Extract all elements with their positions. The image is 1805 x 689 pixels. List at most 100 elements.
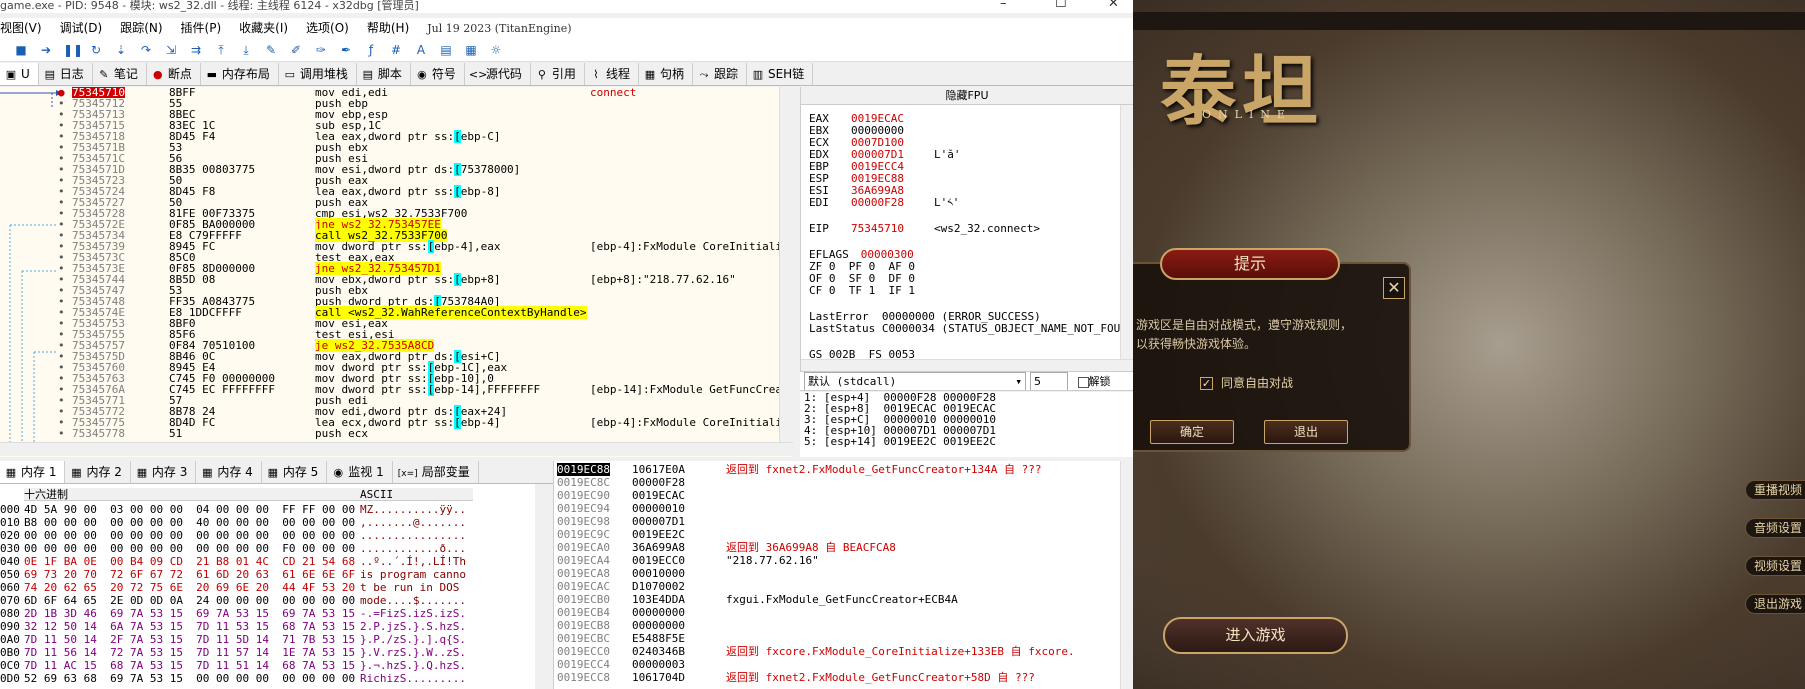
register-value[interactable]: 00000F28 <box>851 196 904 209</box>
tab-内存-1[interactable]: ▦ 内存 1 <box>0 461 66 483</box>
dump-row[interactable]: 040 0E 1F BA 0E 00 B4 09 CD 21 B8 01 4C C… <box>0 555 553 568</box>
unlock-checkbox[interactable] <box>1077 376 1089 388</box>
trace-over-icon[interactable]: ⇉ <box>188 42 204 58</box>
tab-监视-1[interactable]: ◉ 监视 1 <box>327 461 393 483</box>
stack-row[interactable]: 0019ECAC D1070002 <box>554 580 1133 593</box>
tab-内存-2[interactable]: ▦ 内存 2 <box>65 461 131 483</box>
tab-script[interactable]: ▤ 脚本 <box>357 63 411 85</box>
register-value[interactable]: 75345710 <box>851 222 904 235</box>
tab-thread[interactable]: ⌇ 线程 <box>585 63 639 85</box>
stack-row[interactable]: 0019ECA4 0019ECC0 "218.77.62.16" <box>554 554 1133 567</box>
stack-row[interactable]: 0019ECB8 00000000 <box>554 619 1133 632</box>
tab-内存-3[interactable]: ▦ 内存 3 <box>131 461 197 483</box>
enter-game-button[interactable]: 进入游戏 <box>1163 617 1348 654</box>
tab-seh[interactable]: ▥ SEH链 <box>747 63 814 85</box>
stack-row[interactable]: 0019EC94 00000010 <box>554 502 1133 515</box>
tab-reference[interactable]: ⚲ 引用 <box>531 63 585 85</box>
function-icon[interactable]: ƒ <box>363 42 379 58</box>
tab-log[interactable]: ▤ 日志 <box>39 63 93 85</box>
stack-row[interactable]: 0019ECB0 103E4DDA fxgui.FxModule_GetFuncCr… <box>554 593 1133 606</box>
tab-trace[interactable]: ⤳ 跟踪 <box>693 63 747 85</box>
side-button-3[interactable]: 退出游戏 <box>1745 594 1805 614</box>
cpu-vertical-scrollbar[interactable] <box>779 87 793 442</box>
menu-item[interactable]: 帮助(H) <box>367 18 409 38</box>
trace-into-icon[interactable]: ⇲ <box>163 42 179 58</box>
tab-symbol[interactable]: ◉ 符号 <box>411 63 465 85</box>
step-over-icon[interactable]: ↷ <box>138 42 154 58</box>
close-icon[interactable]: ✕ <box>1108 0 1119 10</box>
dump-row[interactable]: 080 2D 1B 3D 46 69 7A 53 15 69 7A 53 15 6… <box>0 607 553 620</box>
register-edi[interactable]: EDI 00000F28 L'༨' <box>809 197 959 209</box>
pause-icon[interactable]: ❚❚ <box>63 42 83 58</box>
menu-item[interactable]: 收藏夹(I) <box>239 18 288 38</box>
patch-icon[interactable]: ✎ <box>263 42 279 58</box>
cpu-horizontal-scrollbar[interactable] <box>0 442 793 456</box>
confirm-button[interactable]: 确定 <box>1150 420 1234 444</box>
calling-convention-select[interactable]: 默认 (stdcall) ▾ <box>804 372 1026 390</box>
execute-till-return-icon[interactable]: ⤒ <box>213 42 229 58</box>
breakpoint-dot[interactable]: • <box>58 428 65 439</box>
agree-checkbox-row[interactable]: ✓ 同意自由对战 <box>1200 374 1293 391</box>
tab-局部变量[interactable]: [x=] 局部变量 <box>393 461 479 483</box>
restart-icon[interactable]: ↻ <box>88 42 104 58</box>
exit-button[interactable]: 退出 <box>1264 420 1348 444</box>
menu-item[interactable]: 选项(O) <box>306 18 349 38</box>
dump-row[interactable]: 0C0 7D 11 AC 15 68 7A 53 15 7D 11 51 14 6… <box>0 659 553 672</box>
disasm-row[interactable]: • 75345778 51 push ecx <box>0 428 793 439</box>
stack-row[interactable]: 0019ECC8 1061704D 返回到 fxnet2.FxModule_GetF… <box>554 671 1133 684</box>
minimize-icon[interactable]: – <box>1000 0 1007 10</box>
calculator-icon[interactable]: ▤ <box>438 42 454 58</box>
dump-row[interactable]: 030 00 00 00 00 00 00 00 00 00 00 00 00 F… <box>0 542 553 555</box>
dump-row[interactable]: 020 00 00 00 00 00 00 00 00 00 00 00 00 0… <box>0 529 553 542</box>
cpu-disassembly[interactable]: ● 75345710 8BFF mov edi,edi connect • 75345712… <box>0 87 793 457</box>
hide-fpu-button[interactable]: 隐藏FPU <box>801 87 1133 105</box>
stack-row[interactable]: 0019ECBC E5488F5E <box>554 632 1133 645</box>
side-button-1[interactable]: 音频设置 <box>1745 518 1805 538</box>
tab-内存-5[interactable]: ▦ 内存 5 <box>262 461 328 483</box>
dump-row[interactable]: 060 74 20 62 65 20 72 75 6E 20 69 6E 20 4… <box>0 581 553 594</box>
font-icon[interactable]: A <box>413 42 429 58</box>
hash-icon[interactable]: # <box>388 42 404 58</box>
stop-icon[interactable]: ■ <box>13 42 29 58</box>
step-into-icon[interactable]: ⇣ <box>113 42 129 58</box>
stack-row[interactable]: 0019ECA8 00010000 <box>554 567 1133 580</box>
dump-row[interactable]: 050 69 73 20 70 72 6F 67 72 61 6D 20 63 6… <box>0 568 553 581</box>
tab-source[interactable]: <>源代码 <box>465 63 531 85</box>
maximize-icon[interactable]: ☐ <box>1055 0 1067 10</box>
side-button-2[interactable]: 视频设置 <box>1745 556 1805 576</box>
stack-row[interactable]: 0019EC88 10617E0A 返回到 fxnet2.FxModule_GetF… <box>554 463 1133 476</box>
stack-panel[interactable]: 0019EC88 10617E0A 返回到 fxnet2.FxModule_GetF… <box>553 461 1133 689</box>
about-icon[interactable]: ☼ <box>488 42 504 58</box>
tab-callstack[interactable]: ▭ 调用堆栈 <box>279 63 357 85</box>
registers-panel[interactable]: 隐藏FPU EAX 0019ECAC EBX 00000000 ECX 0007D100 E… <box>800 87 1133 377</box>
flags-row[interactable]: CF 0 TF 1 IF 1 <box>809 285 915 297</box>
stack-row[interactable]: 0019EC9C 0019EE2C <box>554 528 1133 541</box>
dump-row[interactable]: 0A0 7D 11 50 14 2F 7A 53 15 7D 11 5D 14 7… <box>0 633 553 646</box>
register-eip[interactable]: EIP 75345710 <ws2_32.connect> <box>809 223 1040 235</box>
stack-vertical-scrollbar[interactable] <box>1120 461 1133 689</box>
dump-vertical-scrollbar[interactable] <box>535 484 553 689</box>
tab-内存-4[interactable]: ▦ 内存 4 <box>196 461 262 483</box>
tab-notes[interactable]: ✎ 笔记 <box>93 63 147 85</box>
stack-arg-row[interactable]: 5: [esp+14] 0019EE2C 0019EE2C <box>800 436 1133 447</box>
menu-item[interactable]: 插件(P) <box>181 18 222 38</box>
dump-row[interactable]: 0B0 7D 11 56 14 72 7A 53 15 7D 11 57 14 1… <box>0 646 553 659</box>
dump-row[interactable]: 090 32 12 50 14 6A 7A 53 15 7D 11 53 15 6… <box>0 620 553 633</box>
tab-cpu[interactable]: ▣ U <box>0 63 39 85</box>
stack-row[interactable]: 0019EC90 0019ECAC <box>554 489 1133 502</box>
memory-icon[interactable]: ▦ <box>463 42 479 58</box>
dialog-close-icon[interactable]: ✕ <box>1383 277 1405 299</box>
run-to-user-code-icon[interactable]: ⤓ <box>238 42 254 58</box>
side-button-0[interactable]: 重播视频 <box>1745 480 1805 500</box>
stack-row[interactable]: 0019ECB4 00000000 <box>554 606 1133 619</box>
menu-item[interactable]: 视图(V) <box>0 18 42 38</box>
tab-breakpoint[interactable]: ● 断点 <box>147 63 201 85</box>
bookmark-icon[interactable]: ✒ <box>338 42 354 58</box>
dump-row[interactable]: 0D0 52 69 63 68 69 7A 53 15 00 00 00 00 0… <box>0 672 553 685</box>
stack-row[interactable]: 0019ECC0 0240346B 返回到 fxcore.FxModule_Core… <box>554 645 1133 658</box>
tab-handle[interactable]: ▦ 句柄 <box>639 63 693 85</box>
dump-row[interactable]: 070 6D 6F 64 65 2E 0D 0D 0A 24 00 00 00 0… <box>0 594 553 607</box>
stack-row[interactable]: 0019ECC4 00000003 <box>554 658 1133 671</box>
menu-item[interactable]: 跟踪(N) <box>120 18 162 38</box>
dump-row[interactable]: 010 B8 00 00 00 00 00 00 00 40 00 00 00 0… <box>0 516 553 529</box>
